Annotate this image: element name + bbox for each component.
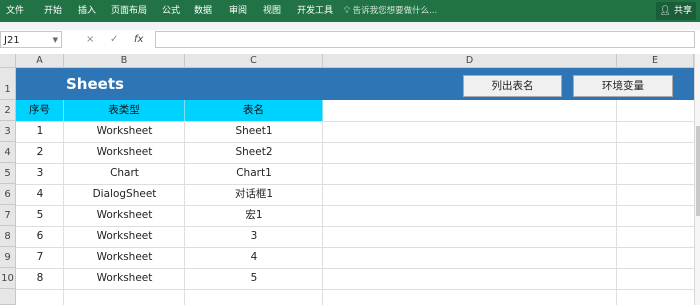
cell-name[interactable]: 3 bbox=[185, 226, 323, 247]
row-header-11[interactable] bbox=[0, 289, 16, 305]
column-header-d[interactable]: D bbox=[323, 54, 617, 68]
tab-developer[interactable]: 开发工具 bbox=[297, 0, 333, 22]
fx-icon[interactable]: fx bbox=[134, 31, 143, 48]
tab-insert[interactable]: 插入 bbox=[78, 0, 96, 22]
row-header-9[interactable]: 9 bbox=[0, 247, 16, 268]
cell-index[interactable]: 5 bbox=[16, 205, 64, 226]
list-sheet-names-button[interactable]: 列出表名 bbox=[463, 75, 562, 97]
column-header-b[interactable]: B bbox=[64, 54, 185, 68]
tab-file[interactable]: 文件 bbox=[6, 0, 24, 22]
cell-name[interactable]: 宏1 bbox=[185, 205, 323, 226]
tab-home[interactable]: 开始 bbox=[44, 0, 62, 22]
cell-name[interactable]: Chart1 bbox=[185, 163, 323, 184]
lightbulb-icon: 💡︎ bbox=[344, 6, 350, 16]
share-button[interactable]: 👤︎ 共享 bbox=[655, 2, 696, 20]
name-box-value: J21 bbox=[4, 35, 20, 46]
formula-buttons: × ✓ fx bbox=[80, 31, 152, 48]
person-icon: 👤︎ bbox=[659, 6, 672, 16]
cell-type[interactable]: Worksheet bbox=[64, 247, 185, 268]
cancel-icon[interactable]: × bbox=[86, 31, 94, 48]
row-header-1[interactable]: 1 bbox=[0, 68, 16, 100]
vertical-scrollbar[interactable] bbox=[694, 54, 700, 305]
tab-data[interactable]: 数据 bbox=[194, 0, 212, 22]
scrollbar-thumb[interactable] bbox=[696, 126, 700, 216]
enter-icon[interactable]: ✓ bbox=[110, 31, 118, 48]
cell-type[interactable]: Worksheet bbox=[64, 121, 185, 142]
cell-type[interactable]: DialogSheet bbox=[64, 184, 185, 205]
cell-type[interactable]: Chart bbox=[64, 163, 185, 184]
row-header-3[interactable]: 3 bbox=[0, 121, 16, 142]
formula-input[interactable] bbox=[155, 31, 695, 48]
column-header-e[interactable]: E bbox=[617, 54, 694, 68]
environment-variables-button[interactable]: 环境变量 bbox=[573, 75, 673, 97]
cell-name[interactable]: 4 bbox=[185, 247, 323, 268]
column-header-a[interactable]: A bbox=[16, 54, 64, 68]
ribbon: 文件 开始 插入 页面布局 公式 数据 审阅 视图 开发工具 💡︎ 告诉我您想要… bbox=[0, 0, 700, 22]
cell-type[interactable]: Worksheet bbox=[64, 142, 185, 163]
cell-type[interactable]: Worksheet bbox=[64, 226, 185, 247]
row-header-8[interactable]: 8 bbox=[0, 226, 16, 247]
formula-bar: J21 ▼ × ✓ fx bbox=[0, 30, 700, 51]
tab-formulas[interactable]: 公式 bbox=[162, 0, 180, 22]
row-header-4[interactable]: 4 bbox=[0, 142, 16, 163]
name-box[interactable]: J21 ▼ bbox=[0, 31, 62, 48]
row-header-2[interactable]: 2 bbox=[0, 100, 16, 121]
row-header-5[interactable]: 5 bbox=[0, 163, 16, 184]
header-index: 序号 bbox=[16, 100, 64, 121]
row-header-7[interactable]: 7 bbox=[0, 205, 16, 226]
row-header-10[interactable]: 10 bbox=[0, 268, 16, 289]
share-label: 共享 bbox=[673, 6, 692, 16]
tell-me-box[interactable]: 💡︎ 告诉我您想要做什么... bbox=[344, 0, 437, 22]
column-header-c[interactable]: C bbox=[185, 54, 323, 68]
cell-type[interactable]: Worksheet bbox=[64, 268, 185, 289]
tab-review[interactable]: 审阅 bbox=[229, 0, 247, 22]
cell-index[interactable]: 7 bbox=[16, 247, 64, 268]
cell-name[interactable]: 5 bbox=[185, 268, 323, 289]
cell-name[interactable]: Sheet1 bbox=[185, 121, 323, 142]
cell-index[interactable]: 3 bbox=[16, 163, 64, 184]
ribbon-collapsed-strip bbox=[0, 22, 700, 30]
cell-type[interactable]: Worksheet bbox=[64, 205, 185, 226]
cell-index[interactable]: 1 bbox=[16, 121, 64, 142]
header-sheet-type: 表类型 bbox=[64, 100, 185, 121]
sheet-title: Sheets bbox=[66, 75, 124, 93]
cell-index[interactable]: 8 bbox=[16, 268, 64, 289]
tab-page-layout[interactable]: 页面布局 bbox=[111, 0, 147, 22]
cell-index[interactable]: 6 bbox=[16, 226, 64, 247]
chevron-down-icon[interactable]: ▼ bbox=[53, 32, 58, 49]
cell-name[interactable]: Sheet2 bbox=[185, 142, 323, 163]
tell-me-text: 告诉我您想要做什么... bbox=[352, 6, 438, 16]
tab-view[interactable]: 视图 bbox=[263, 0, 281, 22]
cell-name[interactable]: 对话框1 bbox=[185, 184, 323, 205]
cell-index[interactable]: 2 bbox=[16, 142, 64, 163]
header-sheet-name: 表名 bbox=[185, 100, 323, 121]
row-header-6[interactable]: 6 bbox=[0, 184, 16, 205]
cell-index[interactable]: 4 bbox=[16, 184, 64, 205]
select-all-corner[interactable] bbox=[0, 54, 16, 68]
